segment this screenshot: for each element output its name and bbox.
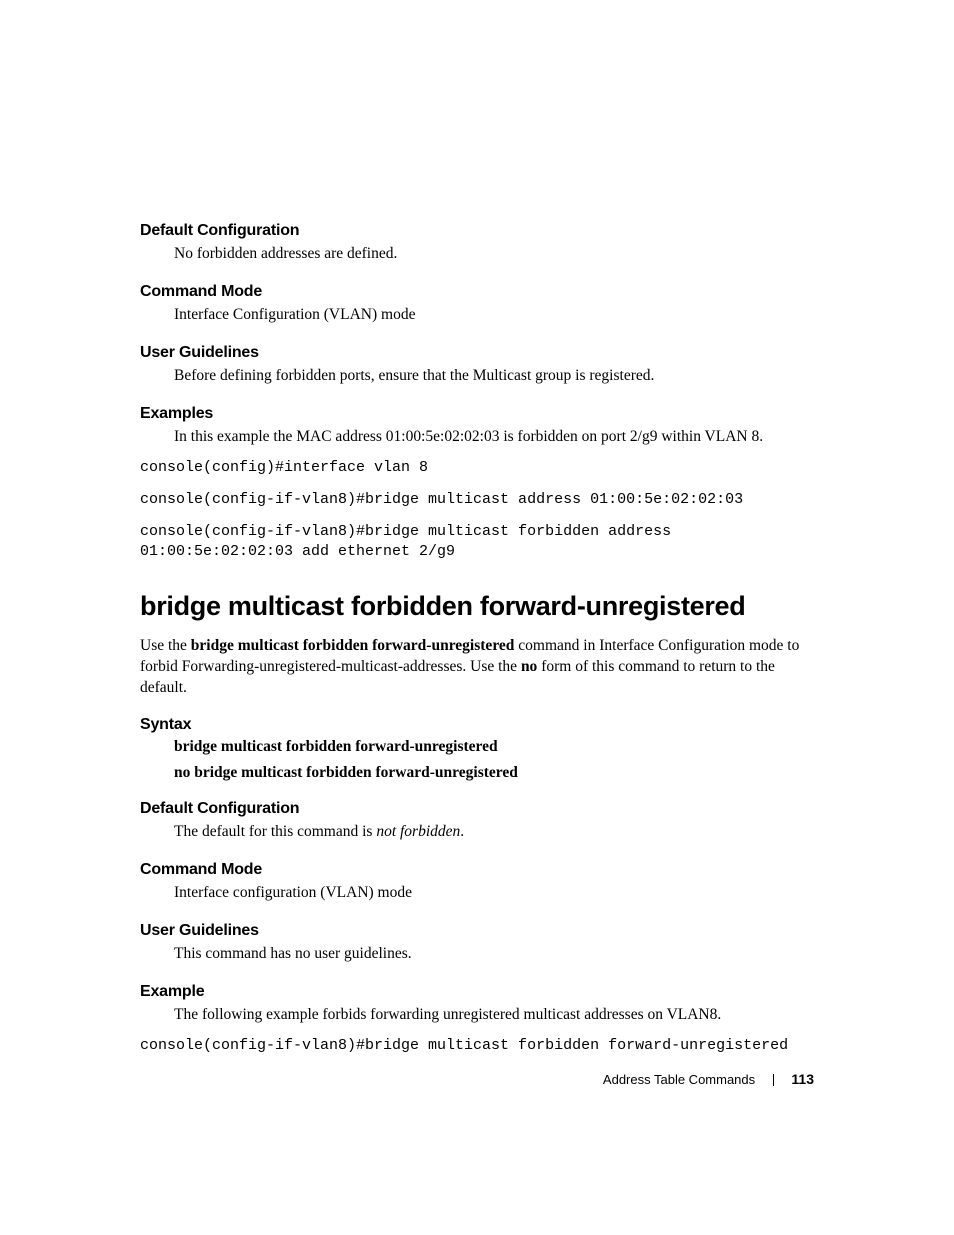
syntax-line-2: no bridge multicast forbidden forward-un… [174,764,814,782]
syntax-line-1: bridge multicast forbidden forward-unreg… [174,738,814,756]
text-command-mode-1: Interface Configuration (VLAN) mode [174,305,814,326]
heading-command-mode-2: Command Mode [140,861,814,879]
heading-examples: Examples [140,405,814,423]
heading-user-guidelines-2: User Guidelines [140,922,814,940]
intro-no-keyword: no [521,658,537,675]
text-default-config-1: No forbidden addresses are defined. [174,244,814,265]
text-user-guidelines-2: This command has no user guidelines. [174,944,814,965]
code-block-1: console(config)#interface vlan 8 [140,458,814,478]
heading-command-mode-1: Command Mode [140,283,814,301]
intro-command-name: bridge multicast forbidden forward-unreg… [191,637,515,654]
footer-page-number: 113 [791,1071,814,1087]
heading-default-config-1: Default Configuration [140,222,814,240]
text-user-guidelines-1: Before defining forbidden ports, ensure … [174,366,814,387]
heading-syntax: Syntax [140,716,814,734]
document-page: Default Configuration No forbidden addre… [0,0,954,1235]
heading-main-command: bridge multicast forbidden forward-unreg… [140,591,814,622]
code-block-2: console(config-if-vlan8)#bridge multicas… [140,490,814,510]
code-block-4: console(config-if-vlan8)#bridge multicas… [140,1036,814,1056]
text-command-mode-2: Interface configuration (VLAN) mode [174,883,814,904]
dc2-italic: not forbidden [376,823,460,840]
heading-example-2: Example [140,983,814,1001]
heading-user-guidelines-1: User Guidelines [140,344,814,362]
text-examples-intro: In this example the MAC address 01:00:5e… [174,427,814,448]
text-example-2: The following example forbids forwarding… [174,1005,814,1026]
intro-part-a: Use the [140,637,191,654]
dc2-part-c: . [460,823,464,840]
dc2-part-a: The default for this command is [174,823,376,840]
footer-separator [773,1074,774,1086]
code-block-3: console(config-if-vlan8)#bridge multicas… [140,522,814,563]
heading-default-config-2: Default Configuration [140,800,814,818]
page-footer: Address Table Commands 113 [603,1071,814,1087]
text-default-config-2: The default for this command is not forb… [174,822,814,843]
footer-section-title: Address Table Commands [603,1072,755,1087]
text-main-intro: Use the bridge multicast forbidden forwa… [140,636,814,699]
